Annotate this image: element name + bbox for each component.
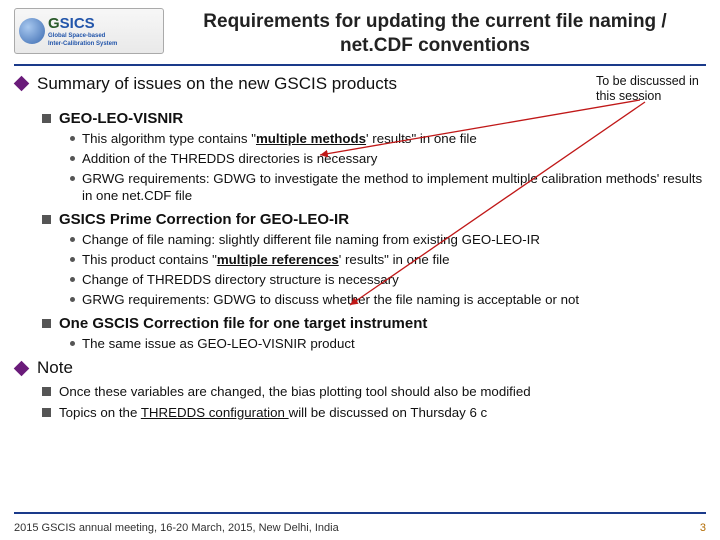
sec1-head-text: GEO-LEO-VISNIR (59, 110, 183, 127)
diamond-bullet-icon (14, 360, 30, 376)
note-head-text: Note (37, 358, 73, 378)
sec2-b4: GRWG requirements: GDWG to discuss wheth… (70, 291, 706, 308)
diamond-bullet-icon (14, 76, 30, 92)
note-heading: Note (14, 358, 706, 378)
square-bullet-icon (42, 215, 51, 224)
t: ' results" in one file (339, 252, 450, 267)
sec1-b3: GRWG requirements: GDWG to investigate t… (70, 170, 706, 205)
logo-sub2: Inter-Calibration System (48, 41, 117, 47)
sec1-b2: Addition of the THREDDS directories is n… (70, 150, 706, 167)
summary-heading: Summary of issues on the new GSCIS produ… (14, 74, 397, 94)
square-bullet-icon (42, 408, 51, 417)
t: GRWG requirements: GDWG to discuss wheth… (82, 291, 579, 308)
footer-text: 2015 GSCIS annual meeting, 16-20 March, … (14, 522, 339, 534)
note-b1: Once these variables are changed, the bi… (42, 384, 706, 399)
t: This algorithm type contains " (82, 131, 256, 146)
t: multiple references (217, 252, 339, 267)
t: GRWG requirements: GDWG to investigate t… (82, 170, 706, 205)
dot-icon (70, 136, 75, 141)
t: Addition of the THREDDS directories is n… (82, 150, 377, 167)
t: This product contains " (82, 252, 217, 267)
t: Change of THREDDS directory structure is… (82, 271, 399, 288)
logo-prefix: G (48, 15, 60, 32)
t: Once these variables are changed, the bi… (59, 384, 531, 399)
sec2-b1: Change of file naming: slightly differen… (70, 231, 706, 248)
footer-rule (14, 512, 706, 514)
t: Change of file naming: slightly differen… (82, 231, 540, 248)
logo-text: GSICS Global Space-based Inter-Calibrati… (48, 16, 117, 47)
dot-icon (70, 176, 75, 181)
sec1-head: GEO-LEO-VISNIR (42, 110, 706, 127)
dot-icon (70, 277, 75, 282)
page-title: Requirements for updating the current fi… (164, 8, 706, 58)
logo: GSICS Global Space-based Inter-Calibrati… (14, 8, 164, 54)
sec3-head-text: One GSCIS Correction file for one target… (59, 315, 427, 332)
sec2-head-text: GSICS Prime Correction for GEO-LEO-IR (59, 211, 349, 228)
dot-icon (70, 237, 75, 242)
sec2-b2: This product contains "multiple referenc… (70, 251, 706, 268)
logo-sub1: Global Space-based (48, 33, 117, 39)
note-b2: Topics on the THREDDS configuration will… (42, 405, 706, 420)
discuss-note: To be discussed in this session (596, 74, 706, 104)
content: Summary of issues on the new GSCIS produ… (14, 66, 706, 421)
sec1-b1: This algorithm type contains "multiple m… (70, 130, 706, 147)
t: The same issue as GEO-LEO-VISNIR product (82, 335, 355, 352)
dot-icon (70, 156, 75, 161)
t: will be discussed on Thursday 6 c (289, 405, 488, 420)
t: multiple methods (256, 131, 366, 146)
sec2-head: GSICS Prime Correction for GEO-LEO-IR (42, 211, 706, 228)
sec2-b3: Change of THREDDS directory structure is… (70, 271, 706, 288)
page-number: 3 (700, 522, 706, 534)
sec3-b1: The same issue as GEO-LEO-VISNIR product (70, 335, 706, 352)
logo-main: SICS (60, 15, 95, 32)
footer: 2015 GSCIS annual meeting, 16-20 March, … (14, 522, 706, 534)
sec3-head: One GSCIS Correction file for one target… (42, 315, 706, 332)
square-bullet-icon (42, 114, 51, 123)
dot-icon (70, 341, 75, 346)
t: THREDDS configuration (141, 405, 289, 420)
slide: GSICS Global Space-based Inter-Calibrati… (0, 0, 720, 540)
square-bullet-icon (42, 387, 51, 396)
square-bullet-icon (42, 319, 51, 328)
summary-text: Summary of issues on the new GSCIS produ… (37, 74, 397, 94)
globe-icon (19, 18, 45, 44)
dot-icon (70, 297, 75, 302)
t: ' results" in one file (366, 131, 477, 146)
header: GSICS Global Space-based Inter-Calibrati… (14, 8, 706, 66)
t: Topics on the (59, 405, 141, 420)
dot-icon (70, 257, 75, 262)
